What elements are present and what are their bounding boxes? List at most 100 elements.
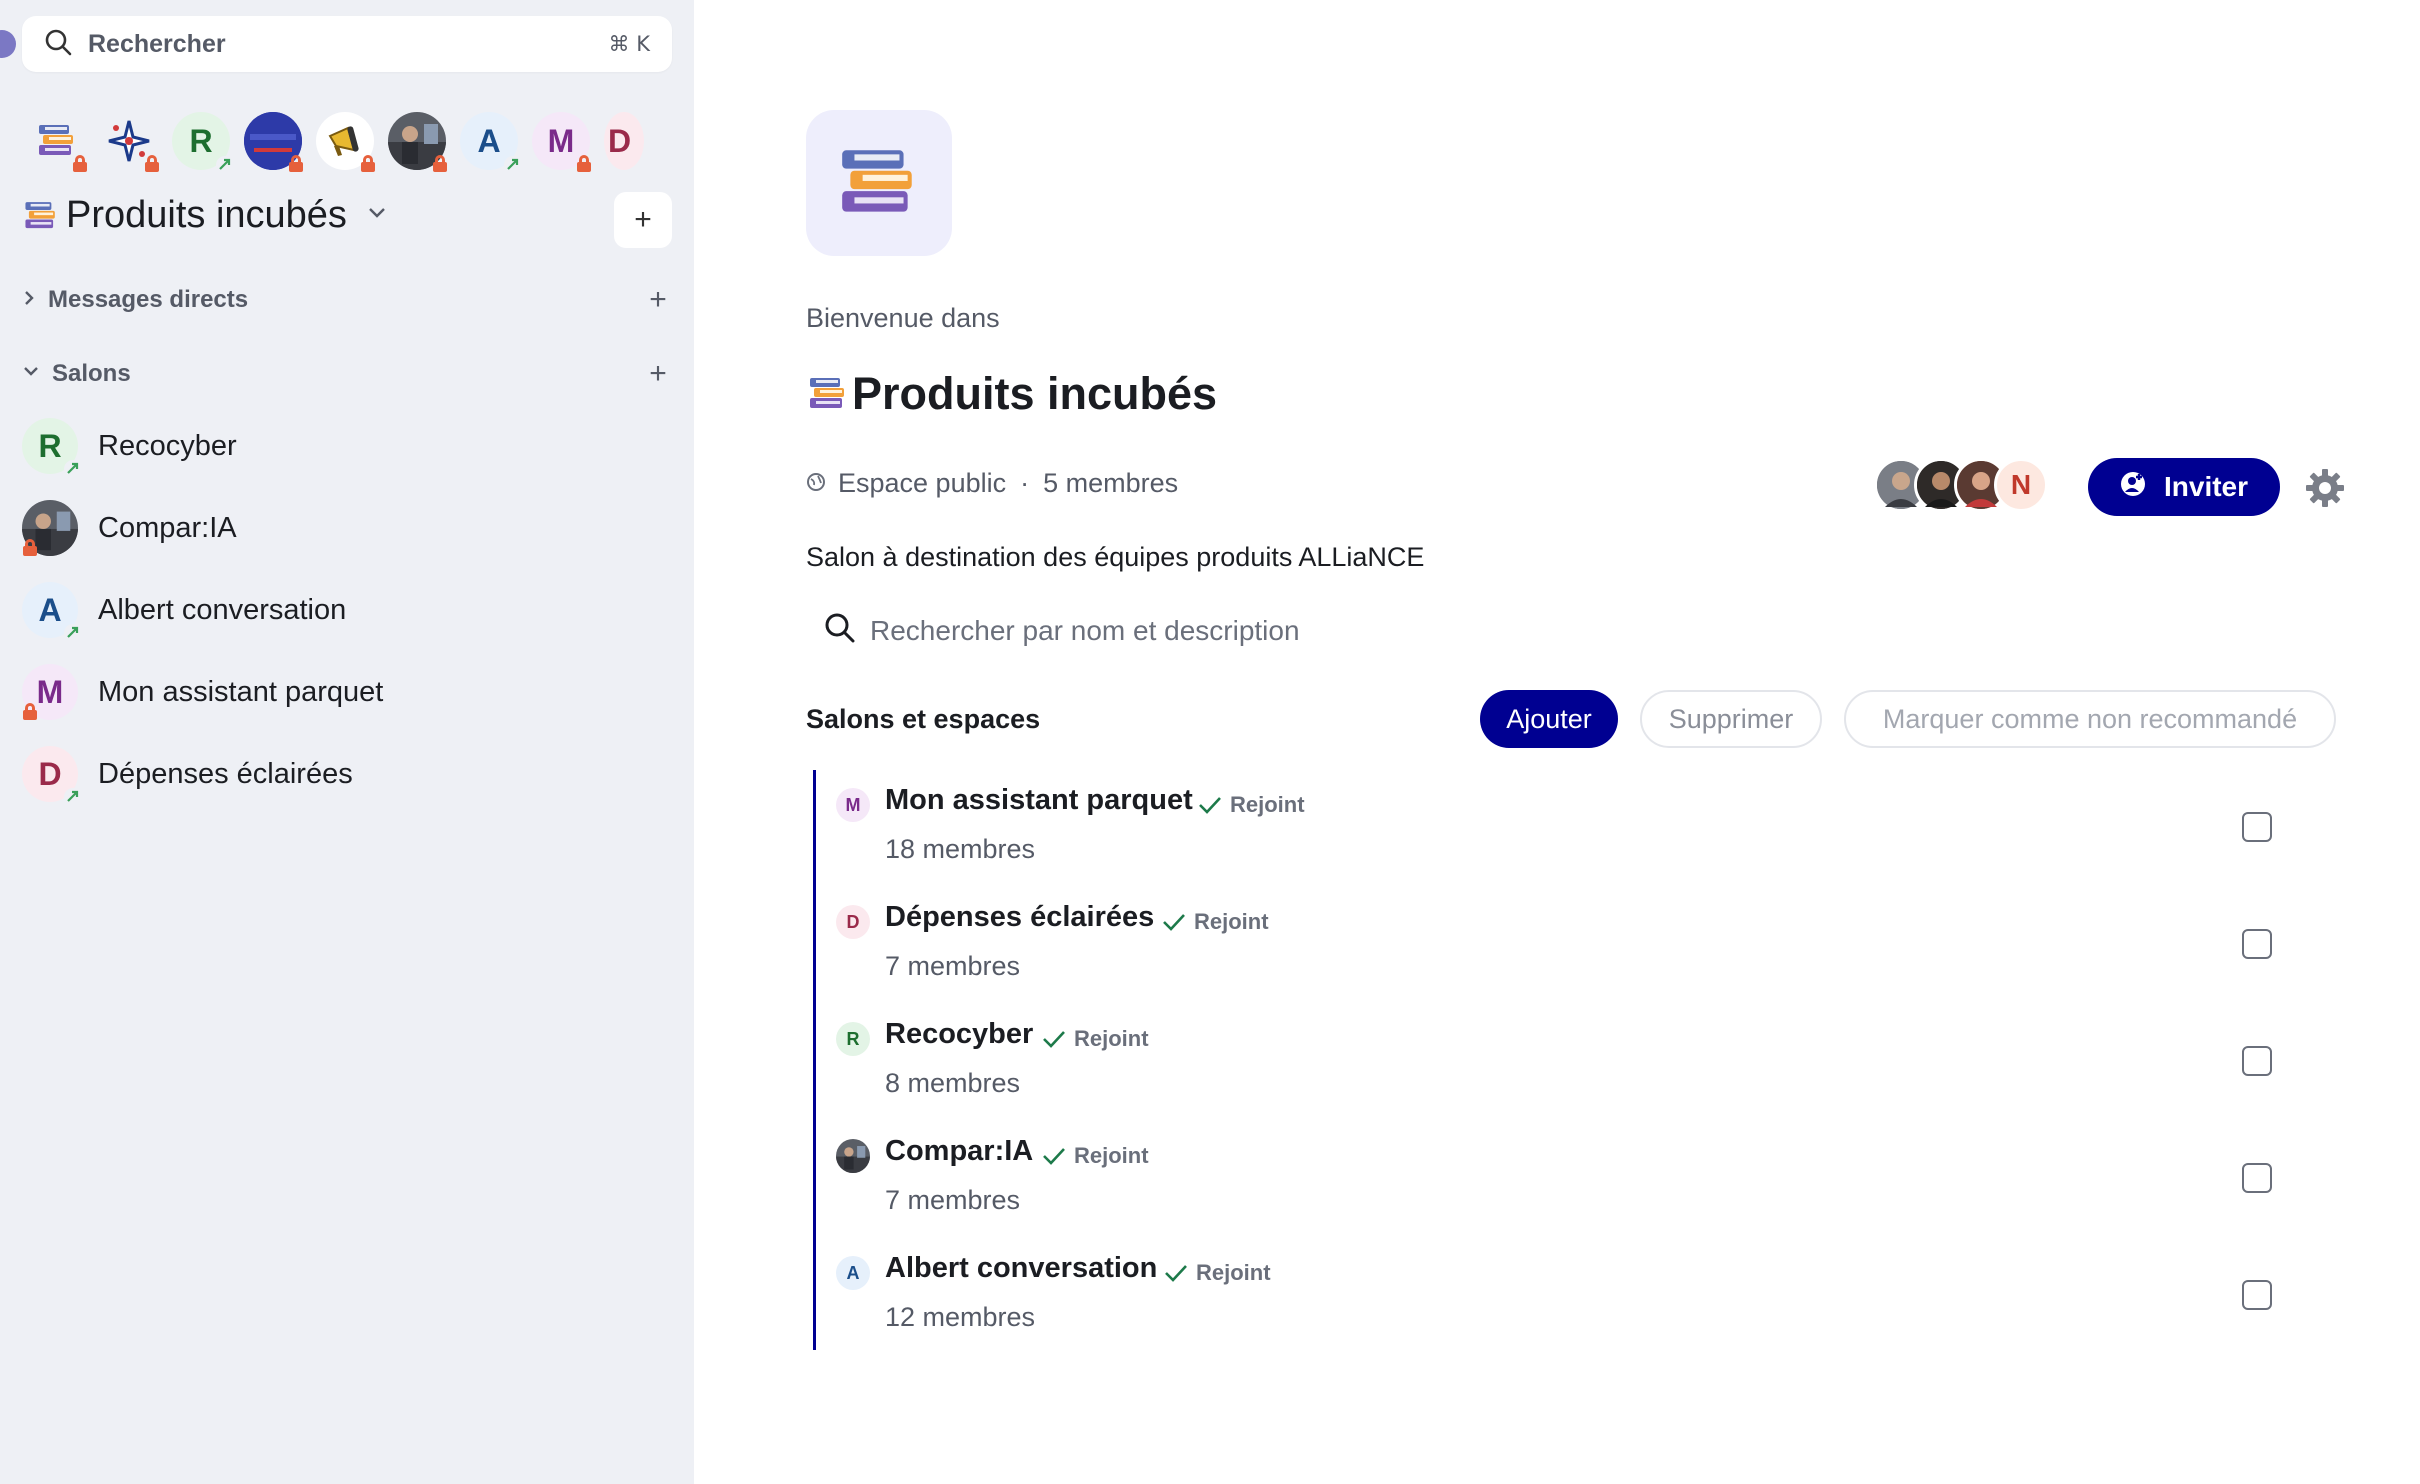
space-letter: R bbox=[189, 122, 213, 159]
rooms-section[interactable]: Salons + bbox=[22, 352, 672, 396]
add-button[interactable]: Ajouter bbox=[1480, 690, 1618, 748]
spaces-bar: R A M D bbox=[28, 108, 678, 174]
meta-separator: · bbox=[1020, 468, 1030, 498]
space-announcements[interactable] bbox=[316, 112, 375, 172]
invite-button[interactable]: Inviter bbox=[2088, 458, 2280, 516]
chevron-right-icon bbox=[22, 289, 36, 312]
gear-icon bbox=[2306, 469, 2344, 507]
books-icon bbox=[842, 150, 912, 212]
space-programme[interactable] bbox=[244, 112, 304, 172]
mark-not-recommended-button[interactable]: Marquer comme non recommandé bbox=[1844, 690, 2336, 748]
list-item[interactable]: R Recocyber Rejoint 8 membres bbox=[816, 1004, 2356, 1120]
space-d[interactable]: D bbox=[604, 112, 644, 170]
lock-icon bbox=[144, 155, 160, 172]
space-compar-ia[interactable] bbox=[388, 112, 448, 172]
check-icon bbox=[1199, 797, 1221, 814]
books-icon bbox=[810, 378, 844, 408]
collapsed-panel-indicator[interactable] bbox=[0, 30, 16, 58]
remove-button[interactable]: Supprimer bbox=[1640, 690, 1822, 748]
space-meta: Espace public · 5 membres bbox=[806, 468, 1178, 499]
share-icon bbox=[64, 788, 82, 806]
welcome-text: Bienvenue dans bbox=[806, 303, 1000, 333]
room-name: Albert conversation bbox=[885, 1252, 1158, 1284]
space-title[interactable]: Produits incubés bbox=[22, 194, 387, 237]
room-name: Dépenses éclairées bbox=[885, 901, 1155, 933]
share-icon bbox=[64, 460, 82, 478]
search-bar[interactable]: Rechercher ⌘ K bbox=[22, 16, 672, 72]
select-checkbox[interactable] bbox=[2242, 929, 2272, 959]
member-avatar: N bbox=[1994, 458, 2048, 512]
sidebar-room-albert-conversation[interactable]: A Albert conversation bbox=[22, 578, 346, 642]
add-direct-message-button[interactable]: + bbox=[644, 283, 672, 317]
select-checkbox[interactable] bbox=[2242, 1046, 2272, 1076]
space-produits-incubes[interactable] bbox=[28, 112, 88, 172]
member-count: 18 membres bbox=[885, 834, 1036, 864]
list-item[interactable]: D Dépenses éclairées Rejoint 7 membres bbox=[816, 887, 2356, 1003]
search-label: Rechercher bbox=[88, 29, 226, 58]
lock-icon bbox=[72, 155, 88, 172]
globe-icon bbox=[806, 468, 826, 499]
space-letter: A bbox=[477, 122, 501, 159]
sidebar-room-depenses-eclairees[interactable]: D Dépenses éclairées bbox=[22, 742, 353, 806]
chevron-down-icon bbox=[367, 206, 387, 225]
add-to-space-button[interactable]: + bbox=[614, 192, 672, 248]
room-label: Recocyber bbox=[98, 429, 237, 462]
select-checkbox[interactable] bbox=[2242, 1280, 2272, 1310]
room-avatar: M bbox=[22, 664, 78, 720]
invite-label: Inviter bbox=[2163, 471, 2249, 502]
member-avatars[interactable]: N bbox=[1874, 458, 2048, 512]
room-label: Dépenses éclairées bbox=[98, 757, 353, 790]
member-count: 12 membres bbox=[885, 1302, 1036, 1332]
rooms-label: Salons bbox=[52, 360, 131, 387]
sidebar-room-mon-assistant-parquet[interactable]: M Mon assistant parquet bbox=[22, 660, 383, 724]
photo-avatar-icon bbox=[836, 1139, 870, 1173]
page-title: Produits incubés bbox=[806, 368, 1217, 420]
sidebar: Rechercher ⌘ K R A M D Produits incubés … bbox=[0, 0, 694, 1484]
sidebar-room-compar-ia[interactable]: Compar:IA bbox=[22, 496, 237, 560]
settings-button[interactable] bbox=[2304, 467, 2346, 509]
add-user-icon bbox=[2120, 471, 2146, 504]
share-icon bbox=[64, 624, 82, 642]
check-icon bbox=[1163, 914, 1185, 931]
space-m[interactable]: M bbox=[532, 112, 592, 172]
joined-badge: Rejoint bbox=[1164, 1260, 1271, 1286]
room-avatar: A bbox=[836, 1256, 870, 1290]
plus-icon: + bbox=[634, 203, 652, 236]
list-item[interactable]: Compar:IA Rejoint 7 membres bbox=[816, 1121, 2356, 1237]
share-icon bbox=[216, 156, 234, 174]
room-avatar: D bbox=[22, 746, 82, 806]
space-sparkle[interactable] bbox=[100, 112, 160, 172]
lock-icon bbox=[576, 155, 592, 172]
rooms-and-spaces-heading: Salons et espaces bbox=[806, 704, 1041, 734]
direct-messages-section[interactable]: Messages directs + bbox=[22, 278, 672, 322]
space-description: Salon à destination des équipes produits… bbox=[806, 542, 1425, 572]
member-count: 7 membres bbox=[885, 1185, 1021, 1215]
space-letter: D bbox=[608, 122, 632, 159]
chevron-down-icon bbox=[22, 365, 40, 384]
visibility-label: Espace public bbox=[838, 468, 1007, 498]
space-a[interactable]: A bbox=[460, 112, 522, 174]
list-item[interactable]: M Mon assistant parquet Rejoint 18 membr… bbox=[816, 770, 2356, 886]
sidebar-room-recocyber[interactable]: R Recocyber bbox=[22, 414, 237, 478]
lock-icon bbox=[288, 155, 304, 172]
check-icon bbox=[1165, 1265, 1187, 1282]
space-r[interactable]: R bbox=[172, 112, 234, 174]
add-room-button[interactable]: + bbox=[644, 357, 672, 391]
filter-placeholder: Rechercher par nom et description bbox=[870, 614, 1300, 646]
direct-messages-label: Messages directs bbox=[48, 286, 249, 313]
space-title-label: Produits incubés bbox=[66, 194, 347, 236]
room-name: Recocyber bbox=[885, 1018, 1034, 1050]
members-count[interactable]: 5 membres bbox=[1043, 468, 1178, 499]
joined-badge: Rejoint bbox=[1042, 1143, 1149, 1169]
select-checkbox[interactable] bbox=[2242, 1163, 2272, 1193]
search-icon bbox=[824, 612, 856, 649]
joined-badge: Rejoint bbox=[1162, 909, 1269, 935]
list-item[interactable]: A Albert conversation Rejoint 12 membres bbox=[816, 1238, 2356, 1354]
select-checkbox[interactable] bbox=[2242, 812, 2272, 842]
search-icon bbox=[44, 28, 72, 61]
lock-icon bbox=[432, 155, 448, 172]
room-filter-input[interactable]: Rechercher par nom et description bbox=[824, 612, 1300, 649]
joined-badge: Rejoint bbox=[1198, 792, 1305, 818]
check-icon bbox=[1043, 1031, 1065, 1048]
room-avatar: R bbox=[22, 418, 82, 478]
